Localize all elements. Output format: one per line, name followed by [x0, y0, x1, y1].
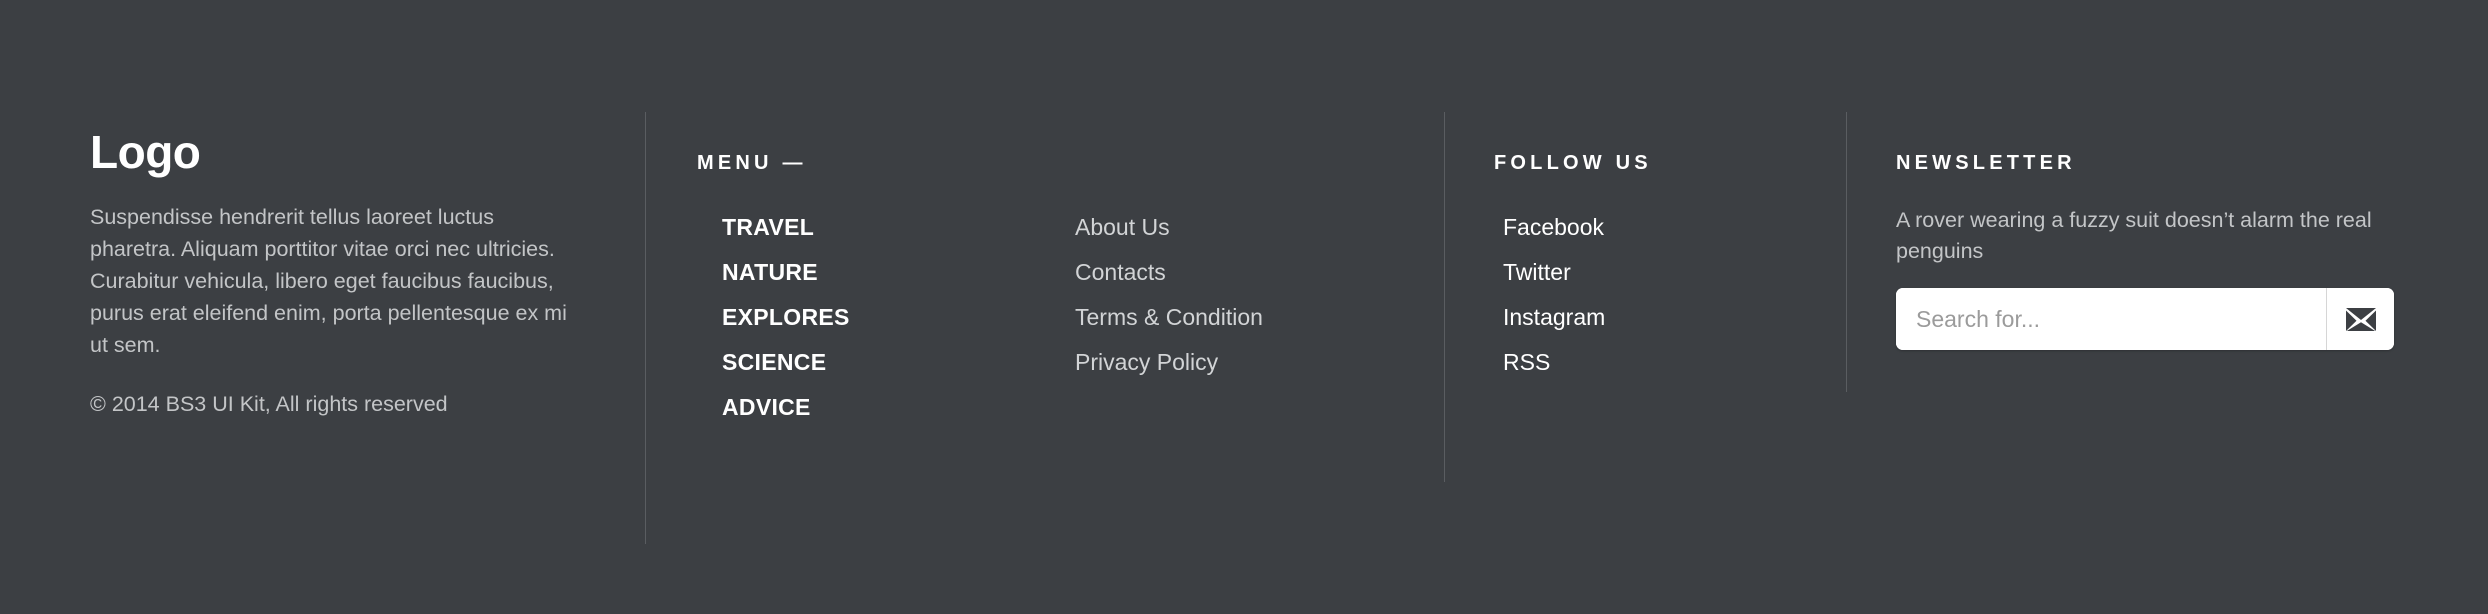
column-divider-3: [1846, 112, 1847, 392]
copyright-text: © 2014 BS3 UI Kit, All rights reserved: [90, 392, 448, 417]
list-item: Instagram: [1503, 295, 1814, 340]
footer-column-follow-us: FOLLOW US Facebook Twitter Instagram RSS: [1494, 152, 1814, 385]
footer-column-menu: MENU — TRAVEL NATURE EXPLORES SCIENCE AD…: [697, 152, 1017, 430]
newsletter-form: [1896, 288, 2394, 351]
pages-link-about-us[interactable]: About Us: [1075, 205, 1405, 250]
brand-description: Suspendisse hendrerit tellus laoreet luc…: [90, 205, 567, 357]
social-link-twitter[interactable]: Twitter: [1503, 250, 1814, 295]
newsletter-heading: NEWSLETTER: [1896, 152, 2076, 174]
list-item: Privacy Policy: [1075, 340, 1405, 385]
list-item: EXPLORES: [722, 295, 1017, 340]
footer-column-newsletter: NEWSLETTER A rover wearing a fuzzy suit …: [1896, 152, 2396, 351]
menu-heading: MENU —: [697, 152, 807, 174]
list-item: Twitter: [1503, 250, 1814, 295]
follow-us-link-list: Facebook Twitter Instagram RSS: [1494, 205, 1814, 385]
column-divider-1: [645, 112, 646, 544]
pages-link-contacts[interactable]: Contacts: [1075, 250, 1405, 295]
list-item: ADVICE: [722, 385, 1017, 430]
site-footer: Logo Suspendisse hendrerit tellus laoree…: [0, 0, 2488, 614]
pages-heading-spacer: [1075, 152, 1405, 175]
envelope-icon: [2345, 307, 2376, 331]
footer-column-pages: About Us Contacts Terms & Condition Priv…: [1075, 152, 1405, 385]
pages-link-privacy-policy[interactable]: Privacy Policy: [1075, 340, 1405, 385]
menu-link-travel[interactable]: TRAVEL: [722, 205, 1017, 250]
newsletter-description: A rover wearing a fuzzy suit doesn’t ala…: [1896, 208, 2372, 263]
list-item: Facebook: [1503, 205, 1814, 250]
list-item: NATURE: [722, 250, 1017, 295]
menu-link-science[interactable]: SCIENCE: [722, 340, 1017, 385]
list-item: RSS: [1503, 340, 1814, 385]
newsletter-submit-button[interactable]: [2326, 288, 2394, 351]
column-divider-2: [1444, 112, 1445, 482]
newsletter-email-input[interactable]: [1896, 288, 2326, 351]
list-item: Contacts: [1075, 250, 1405, 295]
list-item: TRAVEL: [722, 205, 1017, 250]
list-item: SCIENCE: [722, 340, 1017, 385]
menu-link-explores[interactable]: EXPLORES: [722, 295, 1017, 340]
brand-logo: Logo: [90, 126, 201, 178]
social-link-instagram[interactable]: Instagram: [1503, 295, 1814, 340]
list-item: About Us: [1075, 205, 1405, 250]
list-item: Terms & Condition: [1075, 295, 1405, 340]
menu-link-advice[interactable]: ADVICE: [722, 385, 1017, 430]
pages-link-terms-condition[interactable]: Terms & Condition: [1075, 295, 1405, 340]
follow-us-heading: FOLLOW US: [1494, 152, 1652, 174]
social-link-rss[interactable]: RSS: [1503, 340, 1814, 385]
footer-column-brand: Logo Suspendisse hendrerit tellus laoree…: [90, 128, 570, 419]
menu-link-nature[interactable]: NATURE: [722, 250, 1017, 295]
pages-link-list: About Us Contacts Terms & Condition Priv…: [1075, 205, 1405, 385]
social-link-facebook[interactable]: Facebook: [1503, 205, 1814, 250]
menu-link-list: TRAVEL NATURE EXPLORES SCIENCE ADVICE: [697, 205, 1017, 430]
